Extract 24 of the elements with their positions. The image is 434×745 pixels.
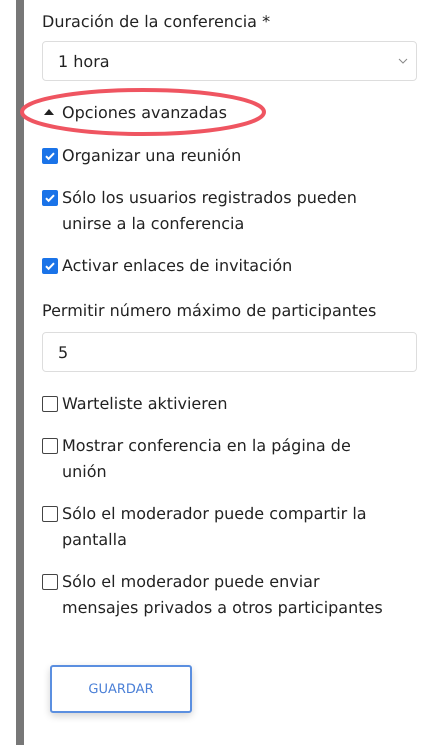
checkbox[interactable] [42,258,58,274]
duration-select[interactable]: 1 hora [42,41,417,81]
field-label: Duración de la conferencia * [42,11,272,33]
save-button[interactable]: GUARDAR [50,665,192,713]
checkbox[interactable] [42,438,58,454]
checkmark-icon [44,150,56,162]
checkbox-label: Sólo el moderador puede enviar mensajes privados a otros participantes [62,571,384,619]
checkbox-label: Activar enlaces de invitación [62,255,292,277]
checkbox-label: Mostrar conferencia en la página de unión [62,435,352,483]
max-participants-input[interactable]: 5 [42,332,417,372]
checkmark-icon [44,192,56,204]
checkbox-label: Sólo los usuarios registrados pueden unirse a la conferencia [62,187,358,235]
caret-icon [44,109,54,115]
checkbox[interactable] [42,190,58,206]
checkbox[interactable] [42,506,58,522]
checkbox-label: Sólo el moderador puede compartir la pantalla [62,503,368,551]
checkbox-label: Warteliste aktivieren [62,393,228,415]
checkmark-icon [44,260,56,272]
field-label: Permitir número máximo de participantes [42,300,378,322]
checkbox[interactable] [42,574,58,590]
checkbox[interactable] [42,396,58,412]
checkbox[interactable] [42,148,58,164]
checkbox-label: Organizar una reunión [62,145,242,167]
chevron-down-icon [398,58,408,64]
